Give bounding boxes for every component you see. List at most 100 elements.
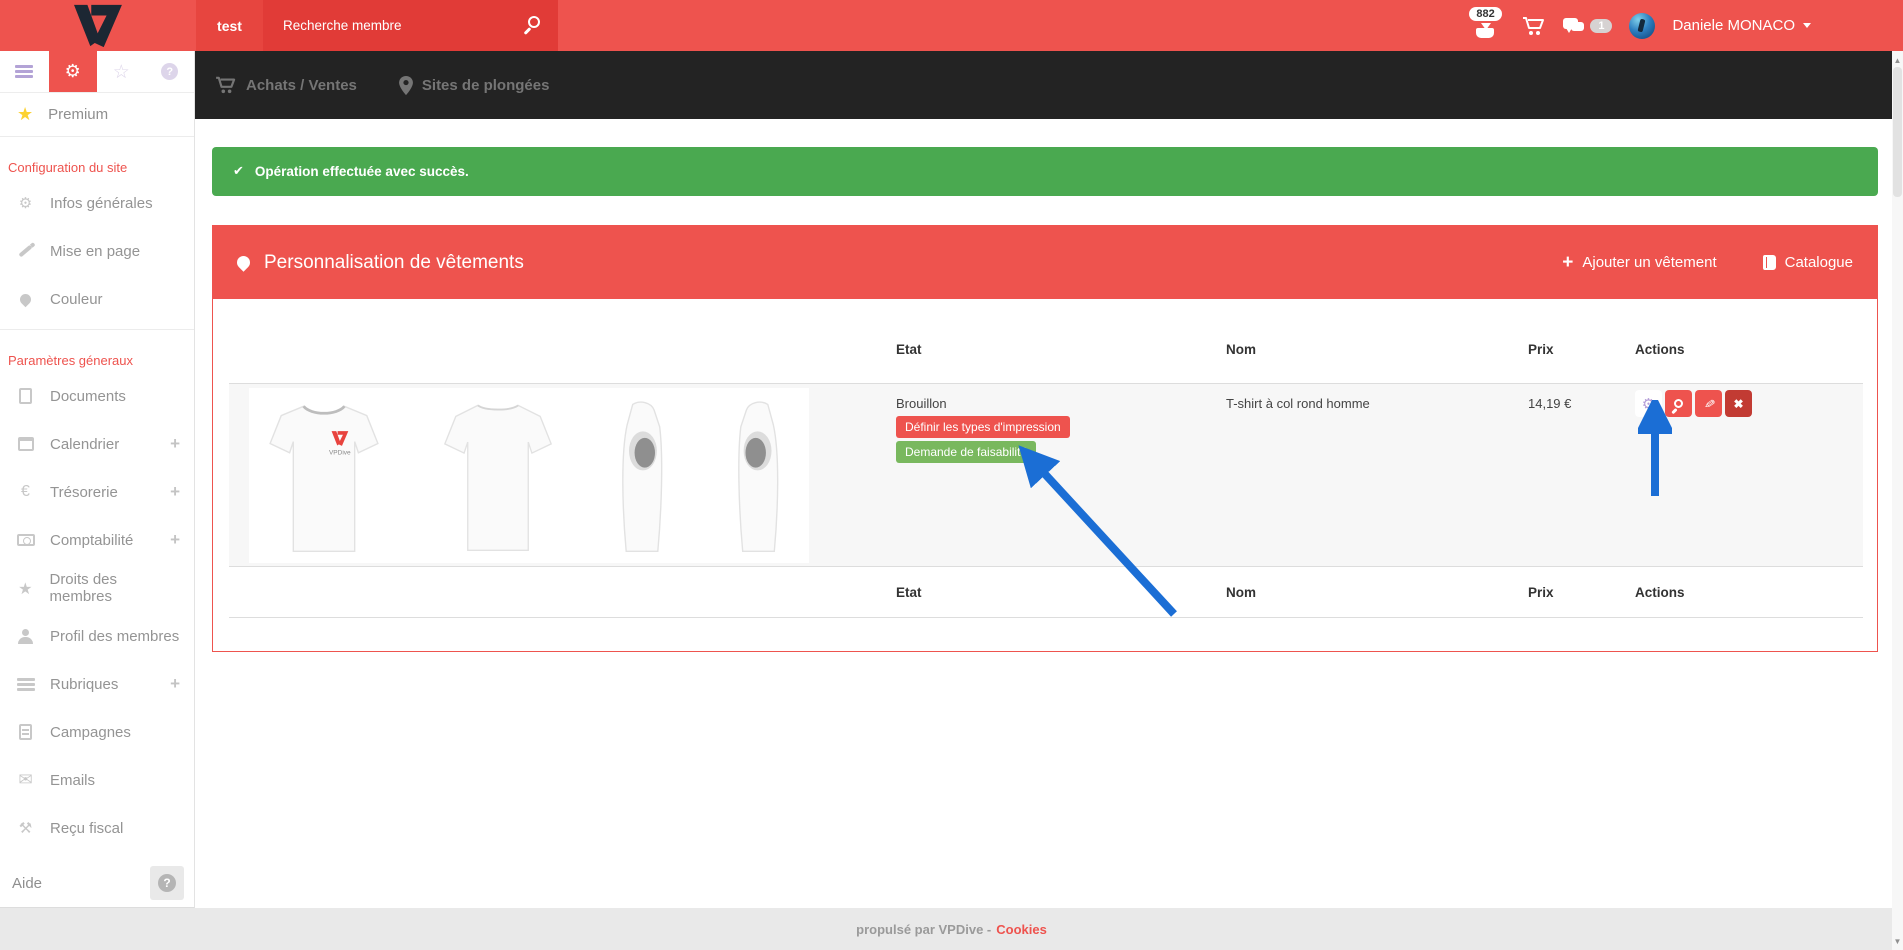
sidebar-item-infos-generales[interactable]: ⚙ Infos générales [0,179,194,227]
messages-count-badge: 1 [1590,19,1612,33]
sidebar-item-recu-fiscal[interactable]: ⚒ Reçu fiscal [0,804,194,852]
item-label: Documents [50,388,126,405]
catalogue-label: Catalogue [1785,254,1853,271]
add-clothing-label: Ajouter un vêtement [1582,254,1716,271]
expand-plus-icon[interactable]: + [170,434,180,454]
tab-help[interactable]: ? [146,51,195,92]
tab-favorites[interactable]: ☆ [97,51,146,92]
annotation-arrow-to-feasibility [1002,438,1187,623]
notification-count: 882 [1469,7,1501,21]
menu-bars-icon [15,65,33,68]
sidebar-item-droits-des-membres[interactable]: ★ Droits des membres [0,564,194,612]
chat-icon [1563,18,1585,34]
sidebar-item-campagnes[interactable]: Campagnes [0,708,194,756]
item-label: Reçu fiscal [50,820,123,837]
svg-text:VPDive: VPDive [329,449,351,456]
row-edit-button[interactable]: ✎ [1695,390,1722,417]
droplet-icon [234,253,252,271]
sidebar-item-mise-en-page[interactable]: Mise en page [0,227,194,275]
plus-icon: + [1562,253,1573,272]
sidebar-item-tresorerie[interactable]: € Trésorerie + [0,468,194,516]
brush-icon [16,249,35,253]
panel-header: Personnalisation de vêtements + Ajouter … [213,226,1877,299]
column-footer-etat: Etat [896,585,922,600]
list-icon [16,678,35,691]
sidebar-item-aide[interactable]: Aide ? [0,859,194,907]
user-menu[interactable]: Daniele MONACO [1672,17,1811,34]
add-clothing-button[interactable]: + Ajouter un vêtement [1562,253,1716,272]
sidebar-item-couleur[interactable]: Couleur [0,275,194,323]
section-configuration-du-site: Configuration du site [0,137,194,179]
catalogue-button[interactable]: Catalogue [1763,254,1853,271]
item-label: Profil des membres [50,628,179,645]
map-pin-icon [399,76,413,95]
cart-icon [1522,16,1546,36]
scrollbar-thumb[interactable] [1893,67,1902,197]
nav-item-sites-plongees[interactable]: Sites de plongées [399,76,550,95]
row-etat-value: Brouillon [896,396,947,411]
gear-icon: ⚙ [16,194,35,212]
member-search-input[interactable] [263,18,493,33]
diver-photo [1638,18,1646,32]
scroll-down-arrow[interactable]: ▼ [1892,934,1903,948]
column-footer-actions: Actions [1635,585,1685,600]
item-label: Calendrier [50,436,119,453]
expand-plus-icon[interactable]: + [170,482,180,502]
tshirt-side-right-image [614,397,670,555]
star-icon: ★ [16,579,34,598]
column-footer-nom: Nom [1226,585,1256,600]
annotation-arrow-to-gear [1638,400,1672,502]
sidebar-item-premium[interactable]: ★ Premium [0,93,194,137]
vpdive-logo-icon [68,3,126,49]
item-label: Emails [50,772,95,789]
define-print-types-button[interactable]: Définir les types d'impression [896,416,1070,438]
alert-message: Opération effectuée avec succès. [255,164,469,179]
pencil-icon: ✎ [1700,397,1717,410]
euro-icon: € [16,483,35,501]
product-images[interactable]: VPDive [249,388,809,563]
avatar[interactable] [1629,13,1655,39]
item-label: Rubriques [50,676,118,693]
document-icon [16,388,35,404]
sidebar-item-rubriques[interactable]: Rubriques + [0,660,194,708]
sidebar-tabbar: ⚙ ☆ ? [0,51,194,93]
tab-settings-active[interactable]: ⚙ [49,51,98,92]
cookies-link[interactable]: Cookies [996,922,1047,937]
vertical-scrollbar[interactable]: ▲ ▼ [1892,51,1903,950]
sidebar-item-comptabilite[interactable]: Comptabilité + [0,516,194,564]
row-delete-button[interactable]: ✖ [1725,390,1752,417]
cart-icon [215,76,237,94]
sidebar-item-documents[interactable]: Documents [0,372,194,420]
help-badge-button[interactable]: ? [150,866,184,900]
envelope-icon: ✉ [16,770,35,790]
expand-plus-icon[interactable]: + [170,674,180,694]
expand-plus-icon[interactable]: + [170,530,180,550]
section-parametres-generaux: Paramètres géneraux [0,330,194,372]
user-icon [16,629,35,644]
tab-menu[interactable] [0,51,49,92]
nav-item-achats-ventes[interactable]: Achats / Ventes [215,76,357,94]
tshirt-front-image: VPDive [265,397,383,555]
search-icon[interactable] [528,16,540,28]
shirt-icon [1476,28,1494,38]
member-search [263,0,558,51]
cart-button[interactable] [1522,16,1546,36]
topbar-right-cluster: 882 1 Daniele MONACO [1467,0,1811,51]
item-label: Trésorerie [50,484,118,501]
sidebar: ⚙ ☆ ? ★ Premium Configuration du site ⚙ … [0,51,195,908]
item-label: Mise en page [50,243,140,260]
sidebar-item-emails[interactable]: ✉ Emails [0,756,194,804]
item-label: Campagnes [50,724,131,741]
sidebar-item-profil-des-membres[interactable]: Profil des membres [0,612,194,660]
messages-button[interactable]: 1 [1563,18,1612,34]
tshirt-back-image [443,397,553,555]
x-icon: ✖ [1733,397,1743,411]
sidebar-item-calendrier[interactable]: Calendrier + [0,420,194,468]
scroll-up-arrow[interactable]: ▲ [1892,53,1903,67]
vpdive-logo[interactable] [68,3,126,54]
notification-badge-button[interactable]: 882 [1467,5,1505,43]
question-icon: ? [158,874,176,892]
premium-label: Premium [48,106,108,123]
item-label: Droits des membres [49,571,180,605]
site-name-tab[interactable]: test [196,0,263,51]
